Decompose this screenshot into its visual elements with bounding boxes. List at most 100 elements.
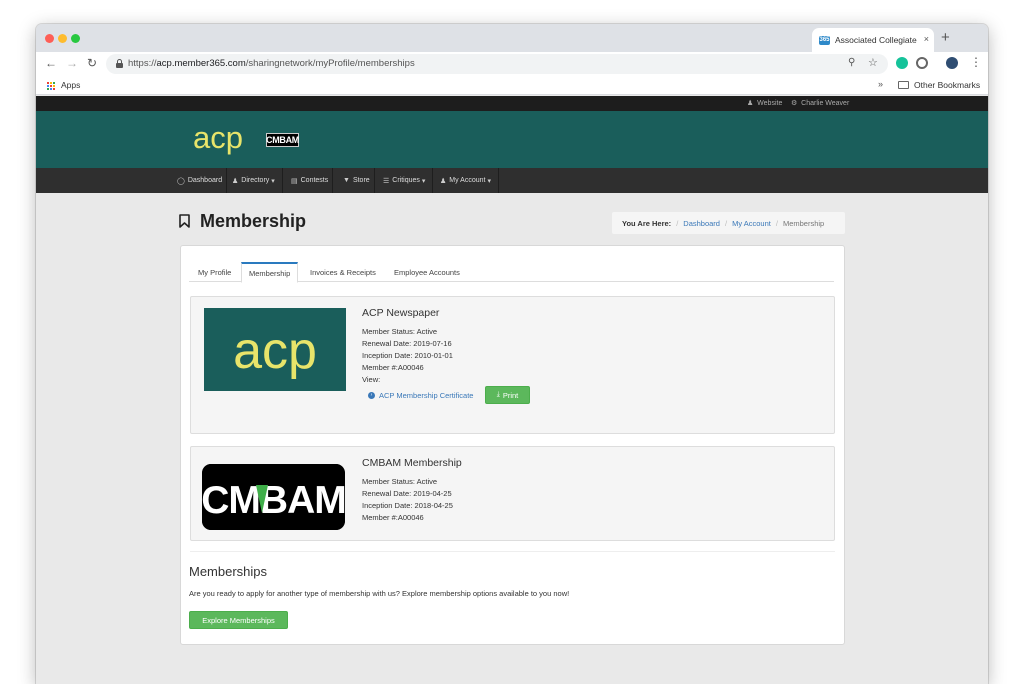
reload-icon[interactable]: ↻ [87,56,97,70]
users-icon: ♟ [232,177,239,185]
lock-icon [116,59,123,68]
bookmark-icon [179,214,190,228]
new-tab-button[interactable]: + [941,30,950,45]
view-label: View: [362,375,381,384]
renewal-date: Renewal Date: 2019-07-16 [362,339,452,348]
memberships-section-title: Memberships [189,564,268,579]
acp-logo[interactable]: acp [193,123,257,157]
member-status: Member Status: Active [362,327,438,336]
tab-employee-accounts[interactable]: Employee Accounts [387,262,467,282]
nav-directory[interactable]: ♟ Directory ▾ [228,168,283,193]
main-nav: ◯ Dashboard ♟ Directory ▾ ▤ Contests ▼ Store … [36,168,988,193]
breadcrumb-separator: / [775,218,778,228]
bookmark-star-icon[interactable]: ☆ [868,56,878,69]
nav-critiques-label: Critiques [392,177,420,184]
print-button[interactable]: ⤓ Print [485,386,530,404]
download-icon: ⤓ [496,391,500,398]
forward-arrow-icon[interactable]: → [66,56,78,70]
tab-invoices-receipts[interactable]: Invoices & Receipts [303,262,383,282]
browser-window: 365 Associated Collegiate × + ← → ↻ http… [36,24,988,684]
apps-bookmark[interactable]: Apps [61,80,80,90]
browser-menu-icon[interactable]: ⋮ [970,55,982,69]
close-window-button[interactable] [45,34,54,43]
inception-date: Inception Date: 2010-01-01 [362,351,453,360]
more-bookmarks-chevron-icon[interactable]: » [878,79,883,89]
user-name: Charlie Weaver [801,100,850,107]
site-top-bar: ♟ Website ⚙ Charlie Weaver [36,96,988,111]
nav-store-label: Store [352,177,370,184]
nav-my-account-label: My Account [449,177,486,184]
tab-my-profile[interactable]: My Profile [191,262,238,282]
website: ♟ Website ⚙ Charlie Weaver acp CMBAM ◯ Da… [36,96,988,684]
back-arrow-icon[interactable]: ← [45,56,57,70]
breadcrumb-my-account[interactable]: My Account [732,219,771,228]
membership-certificate-link[interactable]: › ACP Membership Certificate [368,391,473,400]
breadcrumb-dashboard[interactable]: Dashboard [683,219,720,228]
url-text: https://acp.member365.com/sharingnetwork… [128,58,415,69]
website-link[interactable]: ♟ Website [747,99,782,107]
renewal-date: Renewal Date: 2019-04-25 [362,489,452,498]
url-scheme: https:// [128,58,157,69]
membership-name: ACP Newspaper [362,307,440,319]
certificate-link-label: ACP Membership Certificate [379,391,474,400]
site-favicon-icon: 365 [819,35,830,45]
browser-tab[interactable]: 365 Associated Collegiate × [812,28,934,52]
acp-membership-logo-text: acp [233,322,317,380]
profile-avatar-icon[interactable] [946,57,958,69]
breadcrumb-current: Membership [782,218,825,228]
nav-my-account[interactable]: ♟ My Account ▾ [436,168,499,193]
breadcrumb-separator: / [676,218,679,228]
cart-icon: ▼ [343,177,350,184]
breadcrumb-label: You Are Here: [622,218,672,228]
zoom-window-button[interactable] [71,34,80,43]
nav-store[interactable]: ▼ Store [339,168,375,193]
nav-contests[interactable]: ▤ Contests [287,168,334,193]
book-icon: ▤ [291,177,298,185]
other-bookmarks[interactable]: Other Bookmarks [914,80,980,90]
tab-membership[interactable]: Membership [241,262,299,283]
explore-memberships-button[interactable]: Explore Memberships [189,611,288,629]
user-icon: ♟ [440,177,447,185]
membership-card-cmbam: CMBAM CMBAM Membership Member Status: Ac… [190,446,835,541]
arrow-circle-icon: › [368,392,375,399]
nav-dashboard-label: Dashboard [187,177,223,184]
grammarly-extension-icon[interactable] [896,57,908,69]
gear-icon: ⚙ [791,100,798,107]
cmbam-membership-logo-text: CMBAM [202,479,345,522]
tab-title: Associated Collegiate [835,35,917,45]
user-icon: ♟ [747,100,754,107]
dashboard-icon: ◯ [177,177,185,185]
zoom-icon[interactable]: ⚲ [848,57,855,68]
caret-down-icon: ▾ [487,177,491,185]
nav-directory-label: Directory [241,177,270,184]
url-host: acp.member365.com [156,58,246,69]
acp-logo-text: acp [193,123,243,155]
print-button-label: Print [502,390,519,400]
site-header: acp CMBAM [36,111,988,168]
extension-icon[interactable] [916,57,928,69]
section-divider [190,551,835,552]
list-icon: ☰ [383,177,390,185]
member-number: Member #:A00046 [362,513,424,522]
cmbam-membership-logo: CMBAM [202,464,345,530]
caret-down-icon: ▾ [271,177,275,185]
membership-card-acp: acp ACP Newspaper Member Status: Active … [190,296,835,434]
tab-close-icon[interactable]: × [924,34,929,44]
address-bar[interactable]: https://acp.member365.com/sharingnetwork… [106,54,888,74]
tab-strip: 365 Associated Collegiate × + [36,24,988,52]
nav-dashboard[interactable]: ◯ Dashboard [173,168,228,193]
website-link-label: Website [757,100,783,107]
browser-toolbar: ← → ↻ https://acp.member365.com/sharingn… [36,52,988,76]
acp-membership-logo: acp [204,308,346,391]
user-menu-link[interactable]: ⚙ Charlie Weaver [791,99,849,107]
minimize-window-button[interactable] [58,34,67,43]
profile-tabs: My Profile Membership Invoices & Receipt… [189,262,834,283]
member-number: Member #:A00046 [362,363,424,372]
memberships-section-text: Are you ready to apply for another type … [189,589,570,598]
breadcrumb: You Are Here: / Dashboard / My Account /… [612,212,845,234]
apps-grid-icon[interactable] [46,81,55,90]
page-title: Membership [200,211,307,231]
caret-down-icon: ▾ [421,177,426,185]
nav-critiques[interactable]: ☰ Critiques ▾ [379,168,434,193]
cmbam-logo[interactable]: CMBAM [266,133,299,147]
